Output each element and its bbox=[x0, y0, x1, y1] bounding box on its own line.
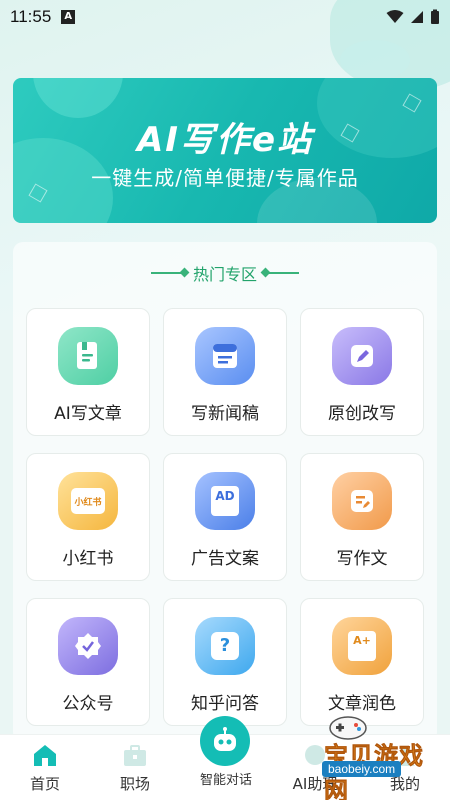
card-polish[interactable]: A+ 文章润色 bbox=[300, 598, 424, 726]
watermark-url: baobeiy.com bbox=[322, 761, 402, 777]
divider bbox=[265, 272, 299, 274]
tab-label: 职场 bbox=[119, 775, 150, 793]
status-time: 11:55 bbox=[10, 7, 52, 26]
banner-subtitle: 一键生成/简单便捷/专属作品 bbox=[91, 166, 359, 190]
status-bar: 11:55 A bbox=[0, 0, 450, 34]
badge-icon bbox=[58, 617, 118, 675]
card-official-account[interactable]: 公众号 bbox=[26, 598, 150, 726]
banner-title: AI写作e站 bbox=[136, 120, 314, 160]
notification-a-icon: A bbox=[61, 10, 76, 24]
card-label: 文章润色 bbox=[328, 694, 396, 714]
card-ad-copy[interactable]: AD 广告文案 bbox=[163, 453, 287, 581]
signal-icon bbox=[411, 11, 423, 23]
news-icon bbox=[195, 327, 255, 385]
card-label: 公众号 bbox=[62, 694, 114, 714]
pen-icon bbox=[332, 327, 392, 385]
card-xiaohongshu[interactable]: 小红书 小红书 bbox=[26, 453, 150, 581]
document-icon bbox=[58, 327, 118, 385]
wifi-icon bbox=[386, 10, 404, 23]
tab-home[interactable]: 首页 bbox=[5, 735, 85, 800]
card-label: 广告文案 bbox=[191, 549, 259, 569]
ad-icon: AD bbox=[195, 472, 255, 530]
section-title: 热门专区 bbox=[192, 265, 257, 284]
tab-smart-chat[interactable] bbox=[200, 716, 250, 766]
card-news[interactable]: 写新闻稿 bbox=[163, 308, 287, 436]
battery-icon bbox=[431, 9, 439, 24]
tab-label: 首页 bbox=[29, 775, 60, 793]
question-icon: ? bbox=[195, 617, 255, 675]
briefcase-icon bbox=[124, 745, 146, 766]
tab-label: 智能对话 bbox=[199, 773, 252, 788]
card-zhihu-qa[interactable]: ? 知乎问答 bbox=[163, 598, 287, 726]
home-icon bbox=[34, 745, 56, 766]
card-essay[interactable]: 写作文 bbox=[300, 453, 424, 581]
card-label: 知乎问答 bbox=[191, 694, 259, 714]
decor-blob bbox=[340, 40, 410, 80]
card-ai-article[interactable]: AI写文章 bbox=[26, 308, 150, 436]
robot-icon bbox=[214, 727, 236, 751]
card-label: 写新闻稿 bbox=[191, 404, 259, 424]
essay-icon bbox=[332, 472, 392, 530]
xiaohongshu-icon: 小红书 bbox=[58, 472, 118, 530]
card-label: 小红书 bbox=[62, 549, 114, 569]
divider bbox=[150, 272, 185, 274]
card-label: AI写文章 bbox=[54, 404, 122, 424]
card-rewrite[interactable]: 原创改写 bbox=[300, 308, 424, 436]
card-label: 原创改写 bbox=[328, 404, 396, 424]
hot-section: 热门专区 AI写文章 写新闻稿 原创改写 小红书 小红书 AD 广告文案 写作文… bbox=[13, 242, 437, 742]
tab-workplace[interactable]: 职场 bbox=[95, 735, 175, 800]
card-label: 写作文 bbox=[336, 549, 388, 569]
watermark-logo: 宝贝游戏网 baobeiy.com bbox=[292, 712, 442, 800]
polish-icon: A+ bbox=[332, 617, 392, 675]
promo-banner[interactable]: AI写作e站 一键生成/简单便捷/专属作品 bbox=[13, 78, 437, 223]
section-header: 热门专区 bbox=[13, 261, 437, 285]
